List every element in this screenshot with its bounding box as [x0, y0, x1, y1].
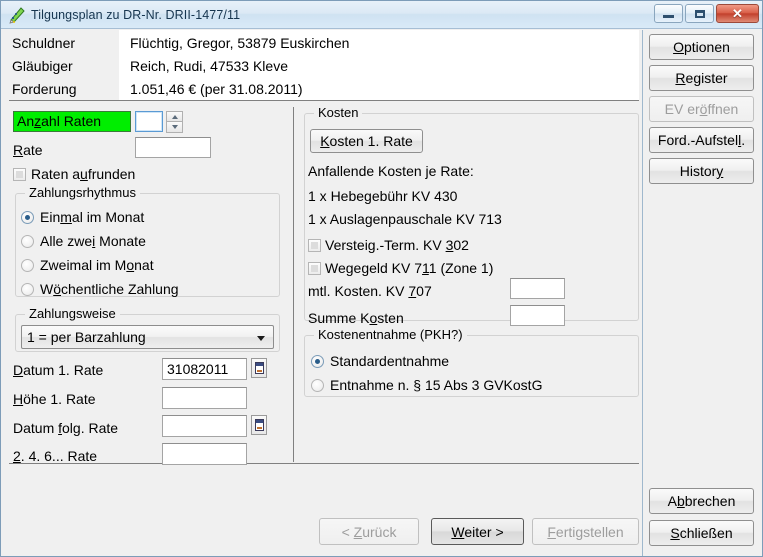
zurueck-button[interactable]: < Zurück [319, 518, 419, 545]
datum-1-rate-picker-button[interactable] [251, 358, 267, 378]
zahlungsweise-combo[interactable]: 1 = per Barzahlung [21, 325, 274, 349]
glaeubiger-label: Gläubiger [12, 55, 73, 78]
forderung-value: 1.051,46 € (per 31.08.2011) [130, 78, 303, 101]
ev-eroeffnen-button[interactable]: EV eröffnen [649, 96, 754, 122]
label-entnahme-paragraph-15: Entnahme n. § 15 Abs 3 GVKostG [330, 376, 542, 394]
kosten-title: Kosten [314, 105, 362, 120]
anzahl-raten-label: Anzahl Raten [13, 111, 131, 132]
window-controls: ✕ [654, 4, 759, 23]
kosten-1-rate-button-label: Kosten 1. Rate [320, 133, 413, 149]
rate-input[interactable] [135, 137, 211, 158]
raten-aufrunden-label: Raten aufrunden [31, 165, 135, 183]
label-alle-zwei-monate: Alle zwei Monate [40, 232, 146, 250]
glaeubiger-value: Reich, Rudi, 47533 Kleve [130, 55, 288, 78]
close-button[interactable]: ✕ [716, 4, 759, 23]
radio-entnahme-paragraph-15[interactable] [311, 379, 324, 392]
schuldner-value: Flüchtig, Gregor, 53879 Euskirchen [130, 32, 349, 55]
calendar-icon [255, 362, 264, 374]
schliessen-button-label: Schließen [670, 525, 732, 541]
radio-woechentliche-zahlung[interactable] [21, 283, 34, 296]
kosten-item-1: 1 x Auslagenpauschale KV 713 [308, 210, 502, 228]
label-einmal-im-monat: Einmal im Monat [40, 208, 144, 226]
hoehe-1-rate-label: Höhe 1. Rate [13, 390, 96, 408]
summe-kosten-input[interactable] [510, 305, 565, 326]
kosten-1-rate-button[interactable]: Kosten 1. Rate [310, 129, 423, 153]
mtl-kosten-input[interactable] [510, 278, 565, 299]
footer-separator [9, 463, 639, 464]
label-standardentnahme: Standardentnahme [330, 352, 449, 370]
spinner-down-button[interactable] [166, 122, 183, 133]
header-separator [9, 100, 639, 101]
spinner-up-button[interactable] [166, 111, 183, 122]
wegegeld-checkbox[interactable] [308, 262, 321, 275]
zahlungsweise-selected-value: 1 = per Barzahlung [27, 329, 146, 345]
radio-alle-zwei-monate[interactable] [21, 235, 34, 248]
datum-folg-rate-picker-button[interactable] [251, 415, 267, 435]
forderung-label: Forderung [12, 78, 77, 101]
kosten-item-0: 1 x Hebegebühr KV 430 [308, 187, 457, 205]
minimize-icon [663, 15, 674, 18]
optionen-button-label: Optionen [673, 39, 730, 55]
anzahl-raten-spinner[interactable] [166, 111, 183, 133]
versteig-termin-checkbox[interactable] [308, 239, 321, 252]
maximize-button[interactable] [685, 4, 714, 23]
close-icon: ✕ [732, 7, 743, 20]
ford-aufstell-button[interactable]: Ford.-Aufstell. [649, 127, 754, 153]
ev-eroeffnen-button-label: EV eröffnen [665, 101, 739, 117]
zahlungsrhythmus-title: Zahlungsrhythmus [25, 185, 140, 200]
weiter-button-label: Weiter > [451, 524, 503, 540]
wegegeld-label: Wegegeld KV 711 (Zone 1) [325, 259, 493, 277]
rate-label: Rate [13, 141, 43, 159]
tilgungsplan-icon [8, 6, 26, 24]
hoehe-1-rate-input[interactable] [162, 387, 247, 409]
schliessen-button[interactable]: Schließen [649, 520, 754, 546]
minimize-button[interactable] [654, 4, 683, 23]
mtl-kosten-label: mtl. Kosten. KV 707 [308, 282, 432, 300]
history-button-label: History [680, 163, 724, 179]
label-woechentliche-zahlung: Wöchentliche Zahlung [40, 280, 179, 298]
ford-aufstell-button-label: Ford.-Aufstell. [658, 132, 745, 148]
chevron-up-icon [172, 115, 178, 119]
calendar-icon [255, 419, 264, 431]
folge-raten-label: 2. 4. 6... Rate [13, 447, 97, 465]
window-title: Tilgungsplan zu DR-Nr. DRII-1477/11 [31, 8, 240, 22]
register-button[interactable]: Register [649, 65, 754, 91]
anzahl-raten-input[interactable] [135, 111, 163, 132]
register-button-label: Register [675, 70, 727, 86]
abbrechen-button[interactable]: Abbrechen [649, 488, 754, 514]
fertigstellen-button[interactable]: Fertigstellen [532, 518, 639, 545]
fertigstellen-button-label: Fertigstellen [547, 524, 623, 540]
radio-standardentnahme[interactable] [311, 355, 324, 368]
sidebar-divider [642, 30, 643, 557]
weiter-button[interactable]: Weiter > [431, 518, 524, 545]
optionen-button[interactable]: Optionen [649, 34, 754, 60]
maximize-icon [695, 10, 705, 18]
chevron-down-icon [172, 125, 178, 129]
datum-folg-rate-input[interactable] [162, 415, 247, 437]
history-button[interactable]: History [649, 158, 754, 184]
radio-zweimal-im-monat[interactable] [21, 259, 34, 272]
schuldner-label: Schuldner [12, 32, 75, 55]
datum-1-rate-label: Datum 1. Rate [13, 361, 103, 379]
raten-aufrunden-checkbox[interactable] [13, 168, 26, 181]
radio-einmal-im-monat[interactable] [21, 211, 34, 224]
panel-divider [293, 107, 294, 462]
datum-1-rate-input[interactable] [162, 358, 247, 380]
datum-folg-rate-label: Datum folg. Rate [13, 419, 118, 437]
kostenentnahme-title: Kostenentnahme (PKH?) [314, 327, 467, 342]
folge-raten-input[interactable] [162, 443, 247, 465]
chevron-down-icon [257, 336, 265, 341]
label-zweimal-im-monat: Zweimal im Monat [40, 256, 154, 274]
title-bar: Tilgungsplan zu DR-Nr. DRII-1477/11 ✕ [1, 1, 763, 29]
zurueck-button-label: < Zurück [342, 524, 397, 540]
tilgungsplan-dialog: Tilgungsplan zu DR-Nr. DRII-1477/11 ✕ Sc… [0, 0, 763, 557]
abbrechen-button-label: Abbrechen [668, 493, 736, 509]
versteig-termin-label: Versteig.-Term. KV 302 [325, 236, 469, 254]
summe-kosten-label: Summe Kosten [308, 309, 404, 327]
anfallende-kosten-subtitle: Anfallende Kosten je Rate: [308, 162, 474, 180]
zahlungsweise-title: Zahlungsweise [25, 306, 120, 321]
